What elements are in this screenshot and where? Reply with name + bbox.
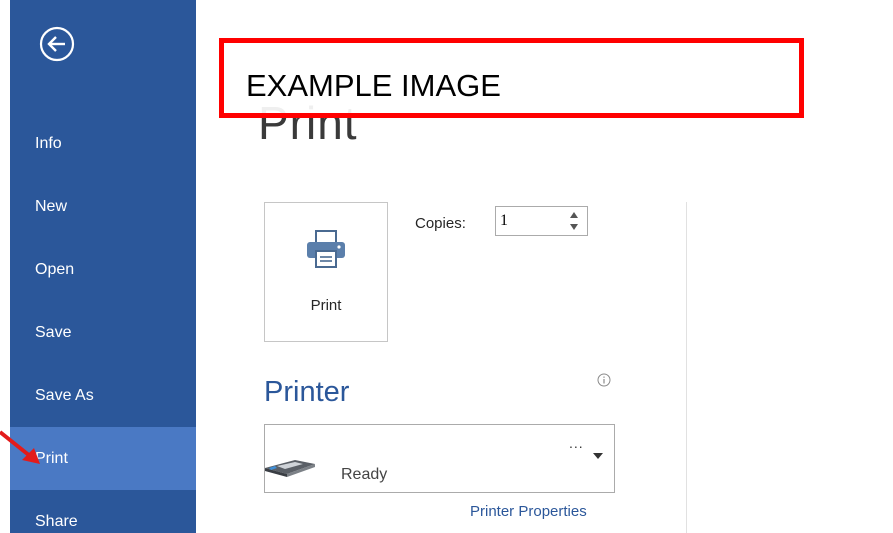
printer-device-icon — [265, 460, 315, 477]
printer-icon — [307, 230, 345, 268]
print-pane: Print EXAMPLE IMAGE Print Copies: 1 Prin… — [196, 0, 893, 533]
sidebar-item-info[interactable]: Info — [10, 112, 196, 175]
sidebar-item-new[interactable]: New — [10, 175, 196, 238]
word-backstage-print: Info New Open Save Save As Print Share P… — [0, 0, 893, 533]
pane-divider — [686, 202, 687, 533]
sidebar-item-label: Share — [35, 512, 78, 530]
sidebar-item-label: New — [35, 197, 68, 215]
sidebar-item-label: Save — [35, 323, 72, 341]
sidebar-item-save[interactable]: Save — [10, 301, 196, 364]
banner-text: EXAMPLE IMAGE — [246, 68, 501, 103]
print-button[interactable]: Print — [264, 202, 388, 342]
sidebar-item-label: Open — [35, 260, 75, 278]
sidebar-item-print[interactable]: Print — [10, 427, 196, 490]
info-icon[interactable] — [597, 373, 611, 387]
printer-menu-ellipsis: ... — [569, 435, 584, 451]
spin-up-icon[interactable] — [569, 210, 579, 220]
sidebar-item-open[interactable]: Open — [10, 238, 196, 301]
back-button[interactable] — [39, 26, 75, 62]
sidebar-item-label: Info — [35, 134, 62, 152]
printer-status: Ready — [341, 466, 388, 483]
copies-label: Copies: — [415, 215, 466, 232]
copies-input[interactable] — [500, 210, 560, 232]
example-image-banner: EXAMPLE IMAGE — [219, 38, 804, 118]
printer-dropdown[interactable]: Ready ... — [264, 424, 615, 493]
printer-section-title: Printer — [264, 376, 350, 408]
sidebar-item-label: Print — [35, 449, 68, 467]
printer-properties-link[interactable]: Printer Properties — [470, 503, 587, 520]
backstage-sidebar: Info New Open Save Save As Print Share — [10, 0, 196, 533]
chevron-down-icon — [593, 453, 603, 459]
back-arrow-circle-icon — [39, 26, 75, 62]
print-button-label: Print — [310, 297, 342, 314]
sidebar-item-save-as[interactable]: Save As — [10, 364, 196, 427]
left-margin — [0, 0, 10, 533]
spin-down-icon[interactable] — [569, 222, 579, 232]
copies-stepper[interactable] — [495, 206, 588, 236]
sidebar-item-share[interactable]: Share — [10, 490, 196, 533]
sidebar-item-label: Save As — [35, 386, 94, 404]
